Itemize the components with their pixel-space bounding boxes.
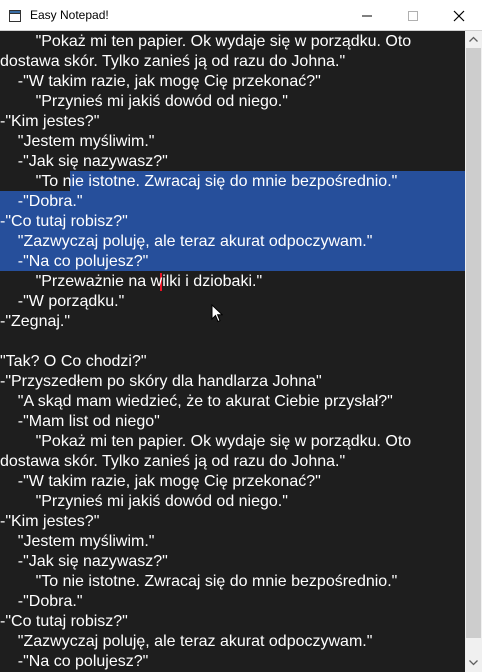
scroll-up-arrow-icon bbox=[469, 36, 478, 42]
editor-line: "Zazwyczaj poluję, ale teraz akurat odpo… bbox=[0, 233, 373, 250]
close-icon bbox=[453, 10, 465, 22]
editor-line: "Jestem myśliwim." bbox=[0, 533, 155, 550]
maximize-button[interactable] bbox=[390, 0, 436, 31]
editor-line: -"Na co polujesz?" bbox=[0, 253, 149, 270]
close-button[interactable] bbox=[436, 0, 482, 31]
editor-line: "To nie istotne. Zwracaj się do mnie bez… bbox=[0, 573, 398, 590]
editor-line: "Pokaż mi ten papier. Ok wydaje się w po… bbox=[0, 33, 412, 50]
editor-line: -"Jak się nazywasz?" bbox=[0, 153, 168, 170]
minimize-icon bbox=[362, 15, 372, 17]
editor-line: "Jestem myśliwim." bbox=[0, 133, 155, 150]
vertical-scrollbar[interactable] bbox=[465, 31, 482, 672]
editor-line: dostawa skór. Tylko zanieś ją od razu do… bbox=[0, 453, 346, 470]
title-bar[interactable]: Easy Notepad! bbox=[0, 0, 482, 31]
scroll-down-button[interactable] bbox=[465, 655, 482, 672]
editor-line: dostawa skór. Tylko zanieś ją od razu do… bbox=[0, 53, 346, 70]
editor-line: "Pokaż mi ten papier. Ok wydaje się w po… bbox=[0, 433, 412, 450]
editor-line: -"W porządku." bbox=[0, 293, 125, 310]
editor-line: -"Dobra." bbox=[0, 193, 83, 210]
editor-line: -"Na co polujesz?" bbox=[0, 653, 149, 670]
window-title: Easy Notepad! bbox=[30, 8, 109, 22]
text-editor-area[interactable]: "Pokaż mi ten papier. Ok wydaje się w po… bbox=[0, 31, 465, 672]
editor-line: -"Co tutaj robisz?" bbox=[0, 613, 128, 630]
notepad-window-icon bbox=[9, 9, 21, 22]
editor-line: -"Kim jestes?" bbox=[0, 513, 100, 530]
editor-line: -"W takim razie, jak mogę Cię przekonać?… bbox=[0, 73, 321, 90]
scroll-down-arrow-icon bbox=[469, 660, 478, 666]
editor-line: "Przynieś mi jakiś dowód od niego." bbox=[0, 493, 288, 510]
editor-line: "Zazwyczaj poluję, ale teraz akurat odpo… bbox=[0, 633, 373, 650]
minimize-button[interactable] bbox=[344, 0, 390, 31]
editor-line: "To nie istotne. Zwracaj się do mnie bez… bbox=[0, 173, 398, 190]
editor-line: -"Co tutaj robisz?" bbox=[0, 213, 128, 230]
maximize-icon bbox=[408, 11, 418, 21]
editor-line: -"W takim razie, jak mogę Cię przekonać?… bbox=[0, 473, 321, 490]
scrollbar-thumb[interactable] bbox=[466, 48, 481, 638]
editor-line: "A skąd mam wiedzieć, że to akurat Ciebi… bbox=[0, 393, 393, 410]
editor-line: -"Mam list od niego" bbox=[0, 413, 160, 430]
editor-line: "Przynieś mi jakiś dowód od niego." bbox=[0, 93, 288, 110]
editor-line: -"Zegnaj." bbox=[0, 313, 71, 330]
editor-line: -"Kim jestes?" bbox=[0, 113, 100, 130]
editor-line: -"Przyszedłem po skóry dla handlarza Joh… bbox=[0, 373, 322, 390]
editor-line: -"Dobra." bbox=[0, 593, 83, 610]
mouse-pointer-icon bbox=[211, 304, 223, 323]
scroll-up-button[interactable] bbox=[465, 31, 482, 48]
editor-line: "Tak? O Co chodzi?" bbox=[0, 353, 147, 370]
editor-line: "Przeważnie na wilki i dziobaki." bbox=[0, 273, 263, 290]
editor-line: -"Jak się nazywasz?" bbox=[0, 553, 168, 570]
notepad-window: Easy Notepad! "Pokaż mi ten papier. Ok w… bbox=[0, 0, 482, 672]
